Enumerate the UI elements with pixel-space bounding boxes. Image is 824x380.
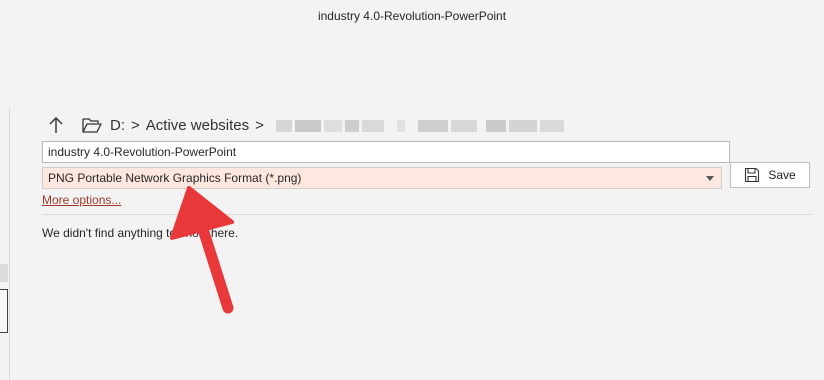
window-title: industry 4.0-Revolution-PowerPoint	[317, 9, 507, 23]
left-panel-edge	[0, 108, 10, 380]
filetype-selected-value: PNG Portable Network Graphics Format (*.…	[48, 171, 302, 185]
filetype-select[interactable]: PNG Portable Network Graphics Format (*.…	[42, 167, 722, 189]
more-options-link[interactable]: More options...	[42, 193, 121, 207]
breadcrumb-redacted-path	[275, 119, 564, 132]
left-panel-tab[interactable]	[0, 264, 8, 282]
navigation-bar: D: > Active websites >	[44, 110, 564, 140]
arrow-up-icon[interactable]	[44, 113, 68, 137]
breadcrumb-separator: >	[131, 116, 140, 134]
left-panel-selected-tab[interactable]	[0, 289, 8, 333]
filename-input[interactable]: industry 4.0-Revolution-PowerPoint	[42, 141, 730, 163]
save-button-label: Save	[768, 168, 796, 182]
breadcrumb-drive[interactable]: D:	[110, 117, 125, 134]
annotation-arrow-icon	[170, 186, 234, 314]
divider	[42, 214, 812, 215]
save-icon	[745, 167, 760, 183]
save-button[interactable]: Save	[730, 162, 810, 188]
chevron-down-icon[interactable]	[706, 175, 714, 181]
folder-open-icon	[82, 115, 104, 135]
breadcrumb: D: > Active websites >	[110, 117, 564, 134]
breadcrumb-separator: >	[255, 116, 264, 134]
breadcrumb-folder[interactable]: Active websites	[146, 117, 249, 134]
